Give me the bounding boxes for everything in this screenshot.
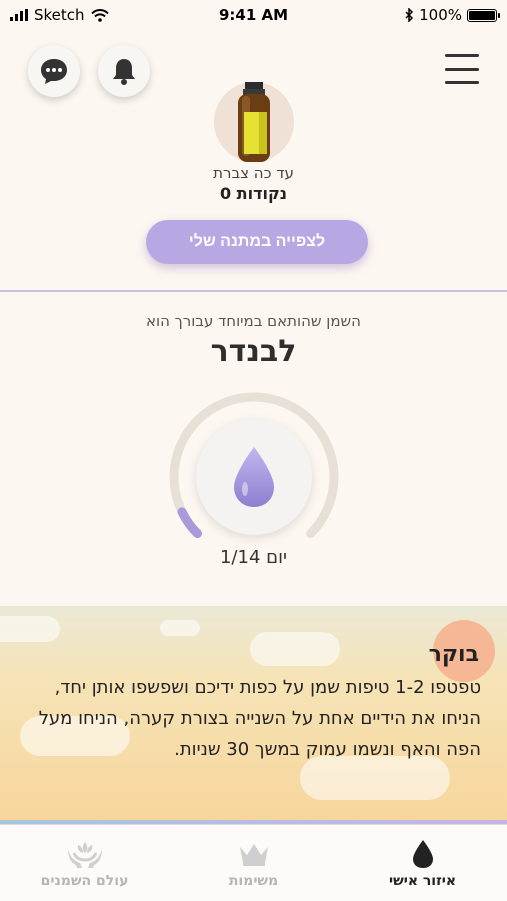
- cloud-decoration: [250, 632, 340, 666]
- section-divider: [0, 290, 507, 292]
- view-gift-button[interactable]: לצפייה במתנה שלי: [146, 220, 368, 264]
- bluetooth-icon: [405, 8, 414, 22]
- oil-bottle-icon: [238, 78, 270, 162]
- status-bar: Sketch 9:41 AM 100%: [0, 0, 507, 30]
- oil-caption: השמן שהותאם במיוחד עבורך הוא: [145, 312, 361, 330]
- oil-drop-icon: [234, 447, 274, 507]
- hamburger-menu-icon[interactable]: [445, 54, 479, 84]
- battery-group: 100%: [405, 6, 500, 24]
- morning-routine-card: בוקר טפטפו 1-2 טיפות שמן על כפות ידיכם ו…: [0, 606, 507, 820]
- battery-icon: [467, 8, 500, 22]
- tab-oils-world[interactable]: עולם השמנים: [0, 825, 169, 901]
- oil-drop-button[interactable]: [196, 419, 312, 535]
- crown-icon: [239, 844, 268, 866]
- tab-label: משימות: [228, 873, 279, 889]
- bottom-tab-bar: איזור אישי משימות עולם השמנים: [0, 824, 507, 901]
- routine-instructions: טפטפו 1-2 טיפות שמן על כפות ידיכם ושפשפו…: [38, 677, 481, 760]
- bottle-avatar: [214, 78, 294, 162]
- points-value: 0 נקודות: [219, 184, 288, 203]
- chat-button[interactable]: [28, 45, 80, 97]
- battery-percent: 100%: [419, 6, 462, 24]
- cloud-decoration: [160, 620, 200, 636]
- day-counter: יום 1/14: [219, 547, 288, 568]
- tab-personal-area[interactable]: איזור אישי: [338, 825, 507, 901]
- drop-icon: [412, 840, 433, 868]
- routine-title: בוקר: [428, 642, 479, 667]
- tab-tasks[interactable]: משימות: [169, 825, 338, 901]
- chat-bubble-icon: [41, 59, 67, 84]
- cloud-decoration: [0, 616, 60, 642]
- points-caption: עד כה צברת: [213, 164, 294, 182]
- hands-lotus-icon: [67, 842, 102, 868]
- progress-fill: [177, 507, 202, 539]
- tab-label: עולם השמנים: [40, 873, 129, 889]
- oil-name: לבנדר: [210, 334, 297, 369]
- bell-icon: [113, 59, 135, 85]
- notifications-button[interactable]: [98, 45, 150, 97]
- tab-label: איזור אישי: [388, 873, 457, 889]
